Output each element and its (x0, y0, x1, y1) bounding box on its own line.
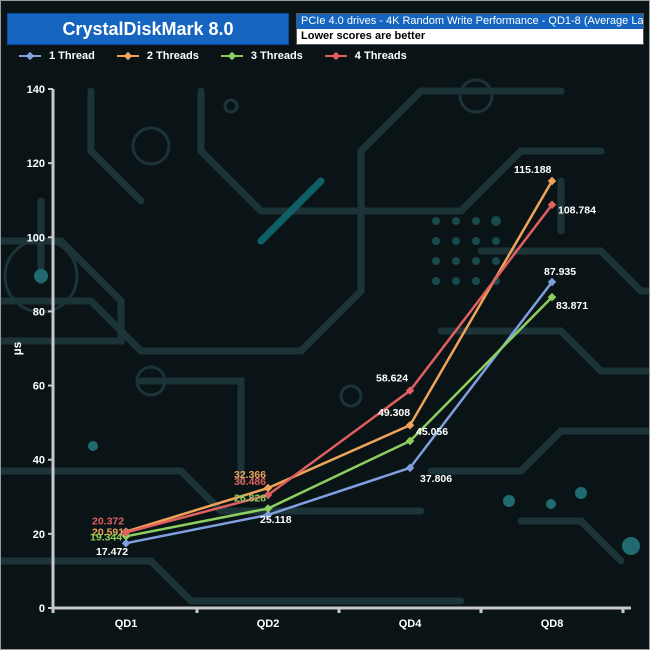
y-axis-label: µs (10, 341, 24, 355)
y-tick-label: 80 (33, 306, 45, 318)
data-label: 37.806 (420, 473, 452, 485)
y-tick-label: 100 (27, 232, 45, 244)
x-tick-label: QD4 (399, 618, 423, 630)
y-tick-label: 20 (33, 529, 45, 541)
data-label: 30.486 (234, 476, 266, 488)
chart-frame: CrystalDiskMark 8.0 PCIe 4.0 drives - 4K… (0, 0, 650, 650)
data-label: 58.624 (376, 373, 408, 385)
y-tick-label: 40 (33, 455, 45, 467)
data-label: 17.472 (96, 546, 128, 558)
series-line (125, 281, 553, 545)
series-line (125, 203, 553, 534)
data-label: 115.188 (514, 164, 552, 176)
data-label: 49.308 (378, 407, 410, 419)
data-label: 20.372 (92, 515, 124, 527)
data-point (263, 504, 273, 513)
line-chart: 0 20 40 60 80 100 120 140 QD1 QD2 QD4 QD8 µs 17.472 25… (10, 84, 631, 630)
y-tick-label: 120 (27, 158, 45, 170)
data-label: 83.871 (556, 300, 588, 312)
data-label: 25.118 (260, 514, 292, 526)
data-label: 19.344 (90, 531, 122, 543)
y-tick-label: 140 (27, 84, 45, 96)
data-label: 26.828 (234, 493, 266, 505)
y-tick-label: 60 (33, 381, 45, 393)
x-tick-label: QD1 (115, 618, 138, 630)
y-tick-label: 0 (39, 603, 45, 615)
data-label: 45.056 (416, 426, 448, 438)
x-tick-label: QD2 (257, 618, 280, 630)
data-label: 108.784 (558, 205, 596, 217)
x-tick-label: QD8 (541, 618, 564, 630)
series-line (125, 296, 553, 538)
data-label: 87.935 (544, 266, 576, 278)
series-line (125, 180, 554, 533)
